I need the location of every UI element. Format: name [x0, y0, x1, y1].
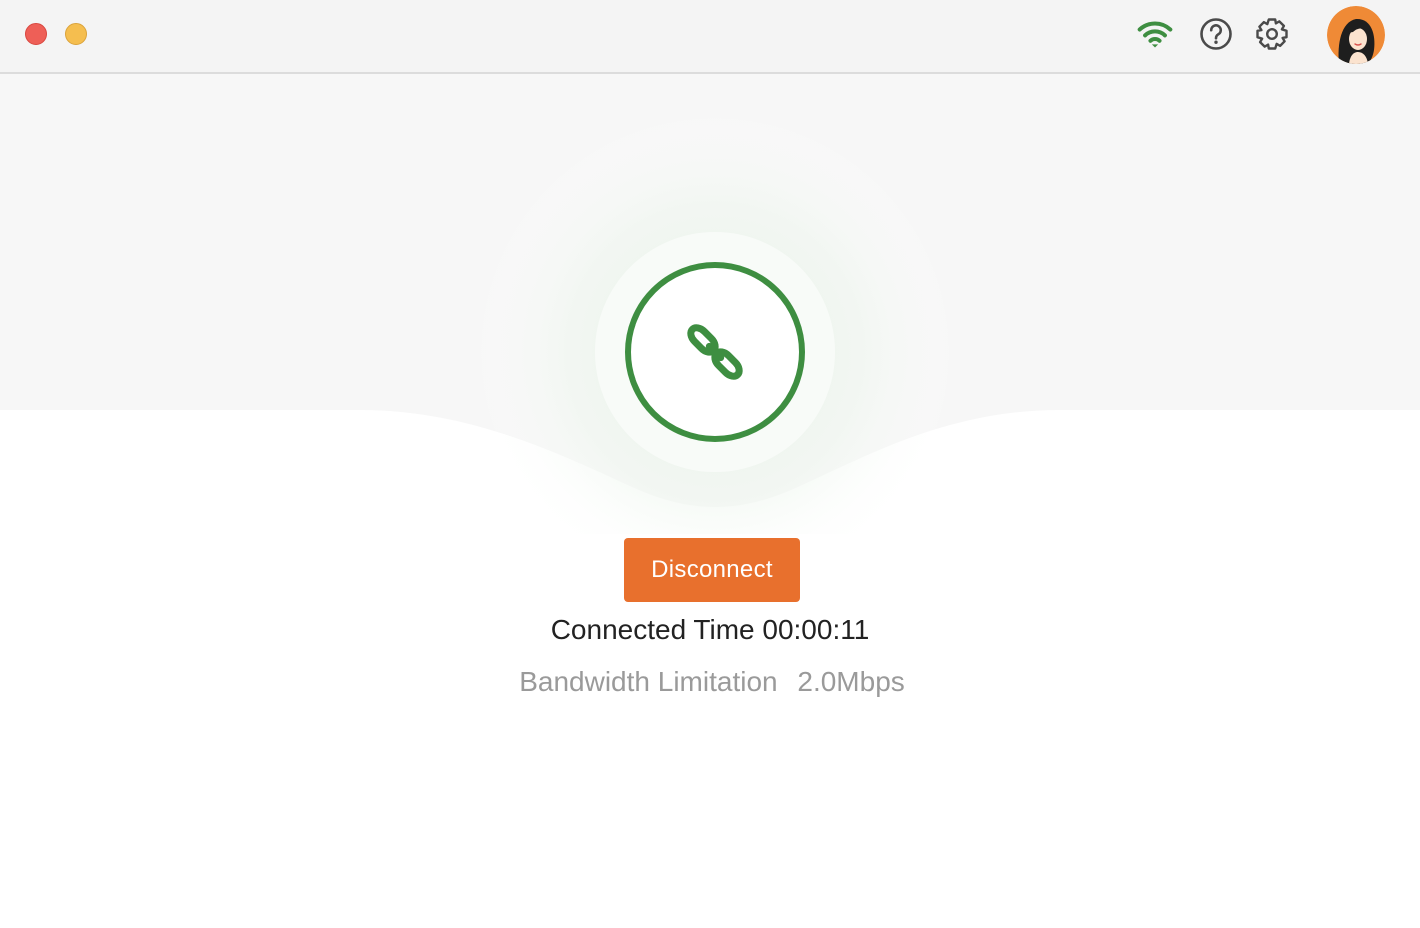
close-window-button[interactable]	[25, 23, 47, 45]
minimize-window-button[interactable]	[65, 23, 87, 45]
user-avatar[interactable]	[1327, 6, 1385, 64]
connection-status-button[interactable]	[627, 262, 805, 442]
bandwidth-value: 2.0Mbps	[797, 666, 905, 697]
connected-time-value: 00:00:11	[762, 614, 870, 645]
help-icon[interactable]	[1198, 16, 1234, 52]
disconnect-button[interactable]: Disconnect	[624, 538, 800, 602]
bandwidth-label: Bandwidth Limitation	[519, 666, 778, 697]
title-bar	[0, 0, 1420, 74]
bandwidth-limitation: Bandwidth Limitation 2.0Mbps	[0, 664, 1420, 700]
wifi-icon[interactable]	[1137, 16, 1173, 52]
gear-icon[interactable]	[1254, 16, 1290, 52]
connected-time: Connected Time 00:00:11	[0, 612, 1420, 648]
connected-time-label: Connected Time	[550, 614, 755, 645]
